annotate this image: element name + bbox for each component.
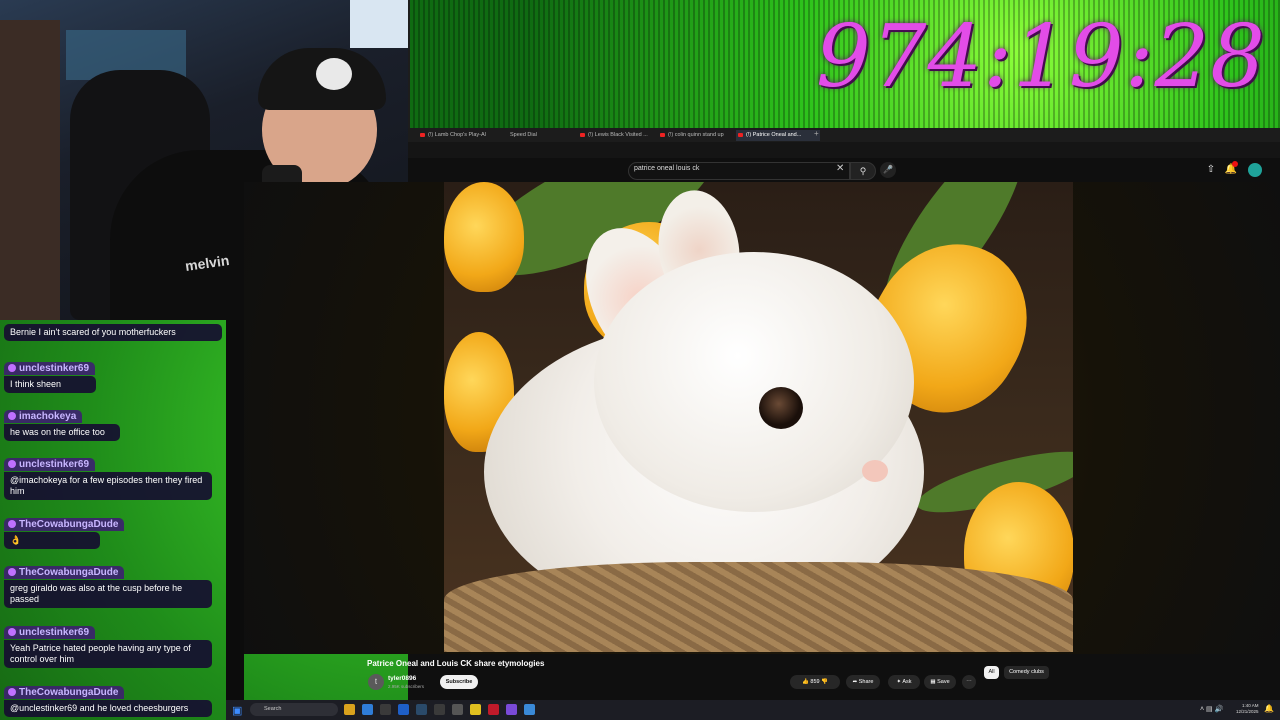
chat-emote: 👌 (4, 532, 100, 549)
sidebar-strip (226, 320, 244, 700)
chat-message: unclestinker69 @imachokeya for a few epi… (4, 454, 222, 500)
more-actions-button[interactable]: ⋯ (962, 675, 976, 689)
share-button[interactable]: ➦ Share (846, 675, 880, 689)
sub-badge-icon (8, 412, 16, 420)
taskbar-search[interactable]: Search (250, 703, 338, 716)
subscribe-button[interactable]: Subscribe (440, 675, 478, 689)
chrome-icon[interactable] (362, 704, 373, 715)
app-icon[interactable] (434, 704, 445, 715)
browser-tab[interactable]: Speed Dial (500, 130, 570, 141)
chat-message: TheCowabungaDude greg giraldo was also a… (4, 562, 222, 608)
video-title: Patrice Oneal and Louis CK share etymolo… (367, 659, 545, 668)
channel-name[interactable]: tyler0896 (388, 675, 416, 682)
app-icon[interactable] (506, 704, 517, 715)
chat-username[interactable]: unclestinker69 (4, 458, 96, 471)
chat-message: TheCowabungaDude 👌 (4, 514, 222, 549)
app-icon[interactable] (380, 704, 391, 715)
windows-start-icon[interactable]: ▣ (232, 704, 242, 717)
video-player[interactable] (444, 182, 1073, 652)
basket (444, 562, 1073, 652)
system-tray-icons[interactable]: ˄ ▤ 🔊 (1200, 705, 1223, 713)
chat-text: Yeah Patrice hated people having any typ… (4, 640, 212, 668)
chat-text: greg giraldo was also at the cusp before… (4, 580, 212, 608)
like-icon[interactable]: 👍 (802, 679, 809, 685)
ask-button[interactable]: ✦ Ask (888, 675, 920, 689)
chat-message: imachokeya he was on the office too (4, 406, 222, 441)
chip-all[interactable]: All (984, 666, 999, 679)
app-icon[interactable] (398, 704, 409, 715)
chat-username[interactable]: TheCowabungaDude (4, 518, 125, 531)
new-tab-icon[interactable]: + (814, 129, 819, 138)
chat-message: Bernie I ain't scared of you motherfucke… (4, 324, 222, 341)
youtube-favicon-icon (738, 133, 743, 137)
chat-text: @imachokeya for a few episodes then they… (4, 472, 212, 500)
stream-chat: Bernie I ain't scared of you motherfucke… (0, 322, 226, 717)
browser-tab[interactable]: (!) Lamb Chop's Play-Al (418, 130, 506, 141)
subscriber-count: 2.95K subscribers (388, 684, 425, 689)
app-icon[interactable] (524, 704, 535, 715)
chat-text: he was on the office too (4, 424, 120, 441)
app-icon[interactable] (470, 704, 481, 715)
create-icon[interactable]: ⇧ (1204, 164, 1218, 176)
chat-username[interactable]: imachokeya (4, 410, 83, 423)
browser-tab[interactable]: (!) colin quinn stand up (658, 130, 738, 141)
chat-message: unclestinker69 I think sheen (4, 358, 222, 393)
chat-text: @unclestinker69 and he loved cheesburger… (4, 700, 212, 717)
background-poster (350, 0, 408, 48)
chat-username[interactable]: unclestinker69 (4, 626, 96, 639)
sub-badge-icon (8, 568, 16, 576)
sub-badge-icon (8, 688, 16, 696)
youtube-favicon-icon (580, 133, 585, 137)
tulip (444, 182, 524, 292)
youtube-favicon-icon (420, 133, 425, 137)
chat-username[interactable]: TheCowabungaDude (4, 686, 125, 699)
bunny-nose (862, 460, 888, 482)
sub-badge-icon (8, 520, 16, 528)
dislike-icon[interactable]: 👎 (821, 679, 828, 685)
account-avatar[interactable] (1248, 163, 1262, 177)
notification-center-icon[interactable]: 🔔 (1264, 704, 1274, 713)
sparkle-icon: ✦ (896, 679, 902, 685)
app-icon[interactable] (452, 704, 463, 715)
browser-toolbar (408, 142, 1280, 158)
opera-icon[interactable] (488, 704, 499, 715)
chat-username[interactable]: TheCowabungaDude (4, 566, 125, 579)
like-count: 859 (810, 679, 820, 685)
bookmark-icon: ▦ (930, 679, 936, 685)
sub-badge-icon (8, 628, 16, 636)
like-dislike-group[interactable]: 👍 859 👎 (790, 675, 840, 689)
browser-tab[interactable]: (!) Lewis Black Visited ... (578, 130, 662, 141)
chip-comedy-clubs[interactable]: Comedy clubs (1004, 666, 1049, 679)
steam-icon[interactable] (416, 704, 427, 715)
chat-text: Bernie I ain't scared of you motherfucke… (4, 324, 222, 341)
file-explorer-icon[interactable] (344, 704, 355, 715)
sub-badge-icon (8, 460, 16, 468)
notification-badge (1232, 161, 1238, 167)
search-query: patrice oneal louis ck (634, 165, 700, 172)
clear-search-icon[interactable]: ✕ (836, 163, 844, 174)
search-icon[interactable]: ⚲ (850, 162, 876, 180)
youtube-favicon-icon (660, 133, 665, 137)
sub-badge-icon (8, 364, 16, 372)
mic-icon[interactable]: 🎤 (880, 162, 896, 178)
browser-tab-strip: (!) Lamb Chop's Play-Al Speed Dial (!) L… (408, 128, 1280, 142)
chat-text: I think sheen (4, 376, 96, 393)
bunny-eye (759, 387, 803, 429)
chat-username[interactable]: unclestinker69 (4, 362, 96, 375)
browser-tab-active[interactable]: (!) Patrice Oneal and... (736, 130, 820, 141)
stream-timer: 974:19:28 (816, 7, 1266, 107)
chat-message: unclestinker69 Yeah Patrice hated people… (4, 622, 222, 668)
record-shelf (0, 20, 60, 320)
chat-message: TheCowabungaDude @unclestinker69 and he … (4, 682, 222, 717)
taskbar-clock[interactable]: 1:40 AM 12/21/2025 (1236, 703, 1259, 715)
save-button[interactable]: ▦ Save (924, 675, 956, 689)
cap-logo (316, 58, 352, 90)
share-icon: ➦ (852, 679, 858, 685)
channel-avatar[interactable]: t (368, 674, 384, 690)
